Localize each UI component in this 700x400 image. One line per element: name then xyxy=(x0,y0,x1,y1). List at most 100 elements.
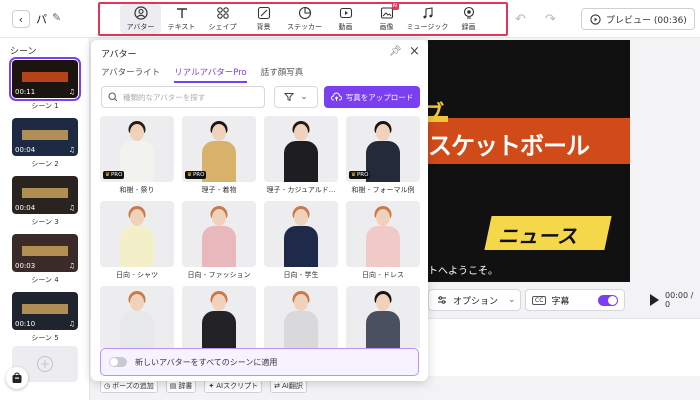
avatar-body xyxy=(202,311,236,348)
pin-icon[interactable]: 📌︎ xyxy=(389,46,402,57)
scenes-title: シーン xyxy=(10,47,37,57)
options-dropdown[interactable]: オプション ⌄ xyxy=(428,289,521,311)
undo-icon[interactable]: ↶ xyxy=(515,12,526,27)
upload-photo-button[interactable]: 写真をアップロード xyxy=(324,86,420,108)
pro-badge-label: PRO xyxy=(192,172,205,178)
tool-record[interactable]: 録画 xyxy=(448,4,489,34)
tool-label: 動画 xyxy=(338,23,353,31)
avatar-photo xyxy=(264,116,338,182)
scene-thumbnail[interactable]: 00:03 ♫ xyxy=(12,234,78,272)
script-tool-button[interactable]: ▤ 辞書 xyxy=(165,379,197,393)
canvas-caption: トへようこそ。 xyxy=(428,266,498,277)
music-note-icon: ♫ xyxy=(68,88,75,96)
tool-music[interactable]: ミュージック xyxy=(407,4,448,34)
redo-icon[interactable]: ↷ xyxy=(545,12,556,27)
tool-label: テキスト xyxy=(167,23,196,31)
avatar-body xyxy=(366,311,400,348)
scene-thumbnail[interactable]: 00:10 ♫ xyxy=(12,292,78,330)
subtitle-toggle[interactable] xyxy=(598,294,618,306)
script-tool-label: AIスクリプト xyxy=(216,382,259,390)
tab-avatar-type[interactable]: リアルアバターPro xyxy=(174,66,247,83)
avatar-card[interactable]: ♛ PRO 理子 - 着物 xyxy=(182,116,256,195)
cc-icon: CC xyxy=(532,295,547,305)
avatar-card[interactable]: 日向 - シャツ xyxy=(100,201,174,280)
scene-thumbnail-graphic xyxy=(22,188,68,198)
scene-thumbnail[interactable]: 00:11 ♫ xyxy=(9,57,81,101)
tool-video[interactable]: 動画 xyxy=(325,4,366,34)
avatar-photo: ♛ PRO xyxy=(100,116,174,182)
project-title[interactable]: パ xyxy=(36,11,47,27)
avatar-card[interactable] xyxy=(346,286,420,348)
avatar-card[interactable] xyxy=(100,286,174,348)
assets-bag-button[interactable] xyxy=(6,367,28,389)
avatar-face xyxy=(376,209,390,226)
bag-icon xyxy=(12,372,22,383)
sticker-icon xyxy=(298,6,312,20)
scene-thumbnail[interactable]: 00:04 ♫ xyxy=(12,176,78,214)
scene-thumbnail[interactable]: 00:04 ♫ xyxy=(12,118,78,156)
avatar-body xyxy=(120,311,154,348)
dictionary-icon: ▤ xyxy=(169,382,177,390)
tool-background[interactable]: 背景 xyxy=(243,4,284,34)
script-tool-label: AI翻訳 xyxy=(282,382,303,390)
avatar-card[interactable]: 理子 - カジュアルド... xyxy=(264,116,338,195)
close-icon[interactable]: × xyxy=(409,44,420,59)
tool-label: 録画 xyxy=(461,23,476,31)
avatar-name: 日向 - シャツ xyxy=(116,271,158,279)
scene-thumbnail-graphic xyxy=(22,304,68,314)
script-tool-button[interactable]: ⇄ AI翻訳 xyxy=(270,379,307,393)
avatar-name: 日向 - ドレス xyxy=(362,271,404,279)
apply-all-scenes-bar: 新しいアバターをすべてのシーンに適用 xyxy=(100,348,419,376)
script-tool-button[interactable]: ✦ AIスクリプト xyxy=(204,379,263,393)
subtitle-control[interactable]: CC 字幕 xyxy=(525,289,625,311)
avatar-face xyxy=(130,294,144,311)
scene-label: シーン 4 xyxy=(31,276,59,284)
background-icon xyxy=(257,6,271,20)
record-icon xyxy=(462,6,476,20)
avatar-body xyxy=(284,311,318,348)
play-icon[interactable] xyxy=(650,294,659,306)
tool-avatar[interactable]: アバター xyxy=(120,4,161,34)
tool-shape[interactable]: シェイプ xyxy=(202,4,243,34)
video-canvas[interactable]: ブ スケットボール ニュース トへようこそ。 xyxy=(428,40,630,282)
avatar-photo xyxy=(346,201,420,267)
avatar-card[interactable]: 日向 - ドレス xyxy=(346,201,420,280)
avatar-photo xyxy=(182,286,256,348)
music-note-icon: ♫ xyxy=(68,146,75,154)
edit-icon[interactable]: ✎ xyxy=(52,11,61,24)
avatar-card[interactable]: ♛ PRO 和樹 - 祭り xyxy=(100,116,174,195)
tool-image[interactable]: AI 画像 xyxy=(366,3,407,34)
avatar-card[interactable] xyxy=(182,286,256,348)
canvas-title-text: スケットボール xyxy=(428,132,590,160)
back-button[interactable]: ‹ xyxy=(12,10,30,28)
scene-label: シーン 2 xyxy=(31,160,59,168)
script-tool-button[interactable]: ◷ ポーズの追加 xyxy=(100,379,158,393)
avatar-card[interactable]: 日向 - ファッション xyxy=(182,201,256,280)
avatar-photo xyxy=(346,286,420,348)
filter-dropdown[interactable]: ⌄ xyxy=(274,86,318,108)
preview-button[interactable]: プレビュー (00:36) xyxy=(581,8,695,30)
script-tools: ◷ ポーズの追加 ▤ 辞書 ✦ AIスクリプト ⇄ AI翻訳 xyxy=(100,379,307,393)
avatar-tabs: アバターライト リアルアバターPro 話す顔写真 xyxy=(101,66,303,83)
tool-sticker[interactable]: ステッカー xyxy=(284,4,325,34)
tool-text[interactable]: テキスト xyxy=(161,4,202,34)
avatar-card[interactable]: ♛ PRO 和樹 - フォーマル例 xyxy=(346,116,420,195)
chevron-down-icon: ⌄ xyxy=(300,92,308,102)
tab-avatar-type[interactable]: アバターライト xyxy=(101,66,160,83)
shape-icon xyxy=(216,6,230,20)
playback-time: 00:00 / 0 xyxy=(665,291,694,309)
avatar-body xyxy=(202,141,236,182)
pro-badge: ♛ PRO xyxy=(349,171,371,179)
tab-avatar-type[interactable]: 話す顔写真 xyxy=(261,66,304,83)
script-tool-label: ポーズの追加 xyxy=(112,382,154,390)
apply-all-toggle[interactable] xyxy=(109,357,127,367)
crown-icon: ♛ xyxy=(187,172,192,178)
avatar-card[interactable] xyxy=(264,286,338,348)
playback-control: 00:00 / 0 xyxy=(630,289,700,311)
element-toolbar: アバター テキスト シェイプ 背景 ステッカー 動画 AI 画像 ミュージック 録画 xyxy=(98,2,508,36)
avatar-search-input[interactable]: 種類的なアバターを探す xyxy=(101,86,265,108)
avatar-body xyxy=(120,226,154,267)
scene-label: シーン 5 xyxy=(31,334,59,342)
avatar-card[interactable]: 日向 - 学生 xyxy=(264,201,338,280)
crown-icon: ♛ xyxy=(105,172,110,178)
